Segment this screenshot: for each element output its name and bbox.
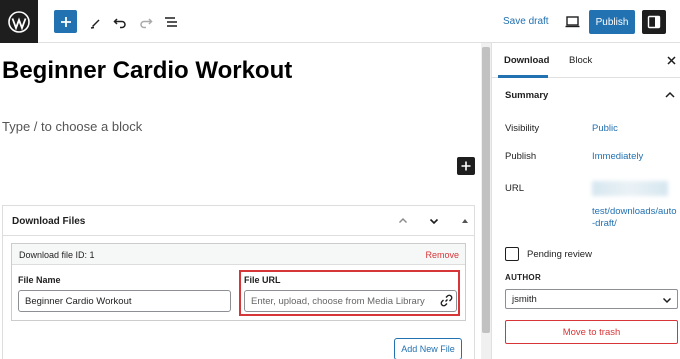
metabox-title: Download Files: [12, 216, 86, 227]
move-to-trash-button[interactable]: Move to trash: [505, 320, 678, 344]
file-name-input[interactable]: Beginner Cardio Workout: [18, 290, 231, 312]
list-view-icon: [165, 17, 177, 27]
publish-button[interactable]: Publish: [589, 10, 635, 34]
tab-block[interactable]: Block: [569, 55, 592, 66]
visibility-value[interactable]: Public: [592, 123, 618, 134]
block-placeholder[interactable]: Type / to choose a block: [2, 119, 142, 134]
undo-icon: [113, 18, 126, 29]
undo-button[interactable]: [110, 12, 130, 32]
redo-button[interactable]: [136, 12, 156, 32]
editor-toolbar: Save draft Publish: [0, 0, 680, 43]
toggle-panel-button[interactable]: [458, 214, 472, 228]
visibility-label: Visibility: [505, 123, 540, 134]
metabox-header: Download Files: [3, 206, 474, 236]
post-title[interactable]: Beginner Cardio Workout: [2, 57, 292, 85]
tab-download[interactable]: Download: [504, 55, 549, 66]
chevron-down-icon: [429, 218, 439, 225]
move-down-button[interactable]: [427, 214, 441, 228]
preview-button[interactable]: [562, 12, 582, 32]
chevron-up-icon[interactable]: [664, 89, 676, 101]
close-icon: [666, 55, 676, 65]
add-block-button[interactable]: [54, 10, 77, 33]
wordpress-logo-icon[interactable]: [0, 0, 38, 43]
chevron-down-icon: [662, 297, 672, 304]
block-inserter-button[interactable]: [457, 157, 475, 175]
summary-panel-title[interactable]: Summary: [505, 90, 548, 101]
file-url-label: File URL: [244, 275, 281, 285]
plus-icon: [461, 161, 471, 171]
file-name-label: File Name: [18, 275, 61, 285]
remove-file-link[interactable]: Remove: [425, 250, 459, 260]
url-label: URL: [505, 183, 525, 194]
close-sidebar-button[interactable]: [665, 54, 677, 66]
url-value[interactable]: test/downloads/auto-draft/: [592, 206, 677, 230]
author-select[interactable]: jsmith: [505, 289, 678, 309]
preview-icon: [565, 16, 579, 28]
redo-icon: [140, 18, 153, 29]
plus-icon: [60, 16, 71, 27]
settings-button[interactable]: [642, 10, 666, 34]
blurred-url-prefix: [592, 181, 668, 196]
caret-up-icon: [462, 219, 468, 223]
file-panel-header: Download file ID: 1 Remove: [12, 244, 465, 265]
scrollbar-thumb[interactable]: [482, 47, 490, 333]
save-draft-button[interactable]: Save draft: [503, 16, 549, 27]
author-label: AUTHOR: [505, 273, 542, 282]
pen-icon: [90, 19, 100, 29]
tools-button[interactable]: [86, 12, 106, 32]
publish-value[interactable]: Immediately: [592, 151, 643, 162]
pending-review-label[interactable]: Pending review: [527, 249, 592, 260]
pending-review-checkbox[interactable]: [505, 247, 519, 261]
add-new-file-button[interactable]: Add New File: [394, 338, 462, 359]
publish-label: Publish: [505, 151, 537, 162]
author-value: jsmith: [512, 294, 537, 305]
settings-icon: [647, 15, 661, 29]
file-url-input[interactable]: Enter, upload, choose from Media Library: [244, 290, 457, 312]
active-tab-indicator: [498, 75, 548, 78]
sidebar-tabs: Download Block: [492, 43, 680, 78]
move-up-button[interactable]: [396, 214, 410, 228]
file-id-label: Download file ID: 1: [19, 250, 95, 260]
settings-sidebar: Download Block Summary Visibility Public…: [491, 43, 680, 359]
list-view-button[interactable]: [161, 12, 181, 32]
chevron-up-icon: [399, 218, 407, 223]
link-icon: [440, 294, 452, 306]
choose-file-button[interactable]: [437, 291, 455, 309]
